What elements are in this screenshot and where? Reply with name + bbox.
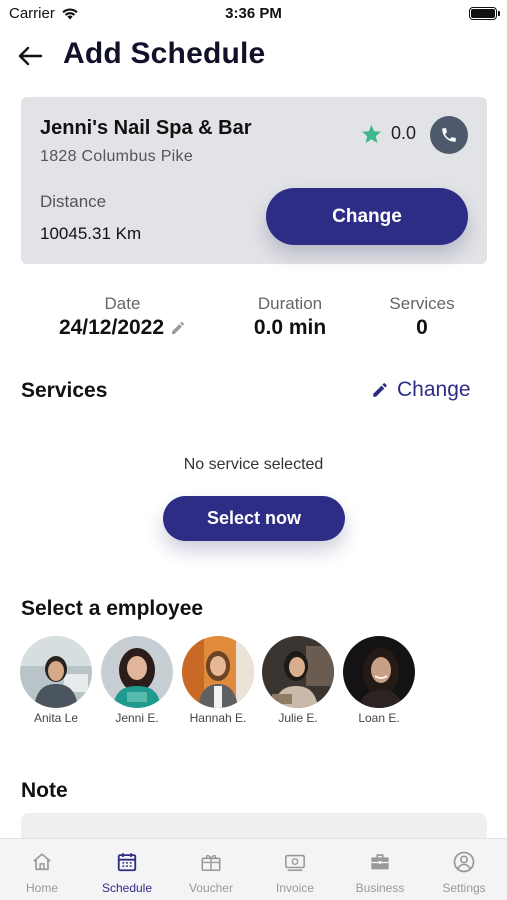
employee-item[interactable]: Hannah E.	[182, 636, 254, 725]
duration-summary: Duration 0.0 min	[235, 294, 345, 340]
tab-schedule[interactable]: Schedule	[85, 839, 169, 900]
change-services-label: Change	[397, 378, 471, 401]
tab-bar: Home Schedule Voucher Invoice Business S…	[0, 838, 507, 900]
employee-name: Julie E.	[278, 711, 318, 725]
back-button[interactable]	[14, 42, 46, 70]
change-services-button[interactable]: Change	[371, 378, 471, 402]
services-summary: Services 0	[372, 294, 472, 340]
home-icon	[33, 853, 51, 871]
schedule-summary: Date 24/12/2022 Duration 0.0 min Service…	[0, 294, 507, 344]
call-button[interactable]	[430, 116, 468, 154]
tab-label: Invoice	[275, 881, 315, 895]
empty-services-text: No service selected	[183, 456, 324, 473]
distance-label: Distance	[40, 192, 107, 211]
avatar	[20, 636, 92, 708]
salon-rating: 0.0	[361, 123, 416, 144]
tab-voucher[interactable]: Voucher	[169, 839, 253, 900]
voucher-icon	[201, 854, 221, 872]
services-count-label: Services	[389, 294, 455, 313]
tab-home[interactable]: Home	[0, 839, 84, 900]
tab-business[interactable]: Business	[338, 839, 422, 900]
header: Add Schedule	[0, 34, 507, 78]
employee-item[interactable]: Loan E.	[343, 636, 415, 725]
change-salon-button[interactable]: Change	[266, 188, 468, 245]
duration-label: Duration	[257, 294, 323, 313]
tab-label: Voucher	[188, 881, 234, 895]
salon-address: 1828 Columbus Pike	[40, 148, 194, 165]
salon-name: Jenni's Nail Spa & Bar	[40, 117, 252, 139]
employee-name: Jenni E.	[115, 711, 159, 725]
calendar-icon	[117, 853, 137, 872]
battery-icon	[469, 7, 500, 20]
tab-label: Schedule	[101, 881, 153, 895]
tab-label: Home	[25, 881, 58, 895]
clock: 3:36 PM	[225, 5, 282, 22]
tab-settings[interactable]: Settings	[422, 839, 506, 900]
briefcase-icon	[371, 854, 389, 870]
date-value: 24/12/2022	[58, 316, 165, 339]
employee-name: Anita Le	[33, 711, 79, 725]
duration-value: 0.0 min	[253, 316, 327, 339]
pencil-icon[interactable]	[170, 320, 186, 336]
pencil-icon	[373, 383, 387, 397]
employee-item[interactable]: Julie E.	[262, 636, 334, 725]
date-summary[interactable]: Date 24/12/2022	[40, 294, 205, 340]
services-heading: Services	[21, 379, 108, 402]
avatar	[262, 636, 334, 708]
star-icon	[361, 124, 382, 143]
tab-label: Business	[355, 881, 405, 895]
date-label: Date	[104, 294, 141, 313]
tab-label: Settings	[442, 881, 486, 895]
page-title: Add Schedule	[63, 37, 266, 70]
employee-item[interactable]: Jenni E.	[101, 636, 173, 725]
tab-invoice[interactable]: Invoice	[253, 839, 337, 900]
phone-icon	[442, 128, 456, 142]
distance-value: 10045.31 Km	[40, 224, 142, 243]
avatar	[343, 636, 415, 708]
invoice-icon	[285, 854, 305, 872]
rating-value: 0.0	[391, 123, 417, 143]
employee-name: Hannah E.	[189, 711, 247, 725]
salon-card: Jenni's Nail Spa & Bar 1828 Columbus Pik…	[21, 97, 487, 264]
employee-list: Anita Le Jenni E. Hannah E. Julie E. Loa…	[20, 636, 500, 726]
select-now-button[interactable]: Select now	[163, 496, 345, 541]
employee-name: Loan E.	[358, 711, 400, 725]
employee-item[interactable]: Anita Le	[20, 636, 92, 725]
arrow-left-icon	[18, 46, 43, 66]
avatar	[182, 636, 254, 708]
services-count-value: 0	[416, 316, 428, 339]
user-circle-icon	[453, 851, 475, 873]
note-heading: Note	[21, 779, 68, 802]
employee-heading: Select a employee	[21, 597, 204, 620]
status-bar: Carrier 3:36 PM	[0, 0, 507, 28]
avatar	[101, 636, 173, 708]
